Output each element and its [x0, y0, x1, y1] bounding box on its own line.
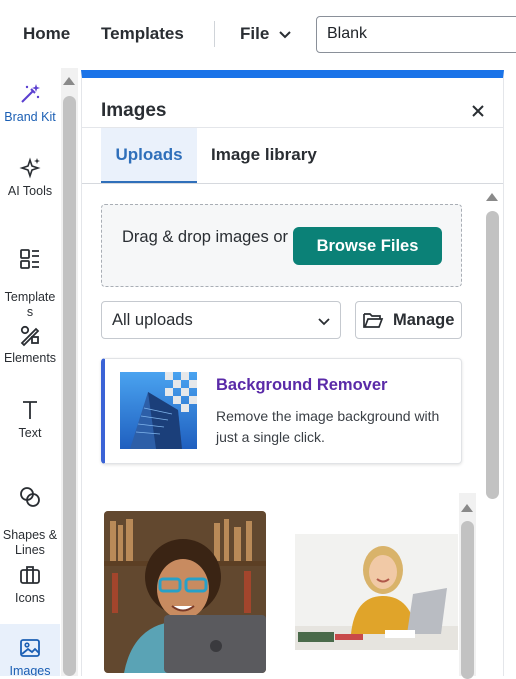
building-photo-thumbnail: [120, 372, 197, 449]
nav-templates-link[interactable]: Templates: [101, 24, 184, 44]
sidebar-item-label: AI Tools: [7, 184, 53, 198]
nav-home-link[interactable]: Home: [23, 24, 70, 44]
sidebar-scrollbar-thumb[interactable]: [63, 96, 76, 676]
magic-wand-icon: [21, 84, 40, 103]
sidebar-item-elements[interactable]: Elements: [0, 323, 60, 366]
sidebar-item-label: Text: [18, 426, 42, 440]
background-remover-card[interactable]: Background Remover Remove the image back…: [101, 358, 462, 464]
left-sidebar: Brand Kit AI Tools Template s Elements T…: [0, 68, 60, 676]
sidebar-item-label: Icons: [15, 591, 45, 605]
panel-title: Images: [101, 100, 167, 121]
tab-image-library[interactable]: Image library: [211, 128, 317, 184]
sidebar-item-images[interactable]: Images: [0, 624, 60, 676]
images-grid-scrollbar-thumb[interactable]: [461, 521, 474, 679]
scroll-up-arrow-icon[interactable]: [461, 504, 473, 512]
sidebar-item-label: Images: [9, 664, 51, 676]
document-name-input[interactable]: Blank: [316, 16, 516, 53]
browse-files-button[interactable]: Browse Files: [293, 227, 442, 265]
uploaded-image-boy-laptop[interactable]: [104, 511, 266, 673]
dropzone-text: Drag & drop images or: [122, 228, 288, 246]
sidebar-item-ai-tools[interactable]: AI Tools: [0, 156, 60, 199]
scroll-up-arrow-icon[interactable]: [63, 77, 75, 85]
manage-button[interactable]: Manage: [355, 301, 462, 339]
sidebar-item-label: Elements: [3, 351, 57, 365]
chevron-down-icon[interactable]: [278, 27, 292, 41]
uploaded-image-girl-laptop[interactable]: [295, 534, 458, 650]
scroll-up-arrow-icon[interactable]: [486, 193, 498, 201]
sidebar-item-brand-kit[interactable]: Brand Kit: [0, 82, 60, 125]
manage-label: Manage: [393, 311, 455, 329]
close-icon[interactable]: [470, 103, 486, 119]
overlapping-circles-icon: [20, 487, 40, 507]
sparkle-icon: [19, 157, 41, 179]
chevron-down-icon: [318, 318, 330, 326]
sidebar-item-label: Brand Kit: [4, 110, 56, 124]
sidebar-item-templates[interactable]: Template s: [0, 232, 60, 320]
folder-open-icon: [363, 313, 384, 328]
sidebar-item-label: Template s: [4, 290, 56, 319]
images-panel: Images Uploads Image library Drag & drop…: [81, 70, 504, 676]
sidebar-item-shapes-lines[interactable]: Shapes & Lines: [0, 470, 60, 558]
panel-scrollbar-thumb[interactable]: [486, 211, 499, 499]
text-t-icon: [23, 401, 37, 419]
divider: [82, 183, 503, 184]
filter-selected-value: All uploads: [112, 311, 193, 329]
promo-title: Background Remover: [216, 376, 388, 394]
sidebar-item-text[interactable]: Text: [0, 398, 60, 441]
image-icon: [20, 639, 40, 657]
upload-dropzone[interactable]: Drag & drop images or Browse Files: [101, 204, 462, 287]
layout-template-icon: [20, 249, 39, 269]
file-menu-button[interactable]: File: [240, 24, 269, 44]
briefcase-icon: [20, 566, 40, 584]
shapes-pen-icon: [20, 325, 40, 347]
uploads-filter-select[interactable]: All uploads: [101, 301, 341, 339]
promo-description: Remove the image background with just a …: [216, 408, 440, 445]
top-bar: Home Templates File Blank: [0, 0, 516, 68]
sidebar-item-label: Shapes & Lines: [2, 528, 58, 557]
nav-divider: [214, 21, 215, 47]
sidebar-item-icons[interactable]: Icons: [0, 563, 60, 606]
tab-uploads[interactable]: Uploads: [101, 128, 197, 184]
